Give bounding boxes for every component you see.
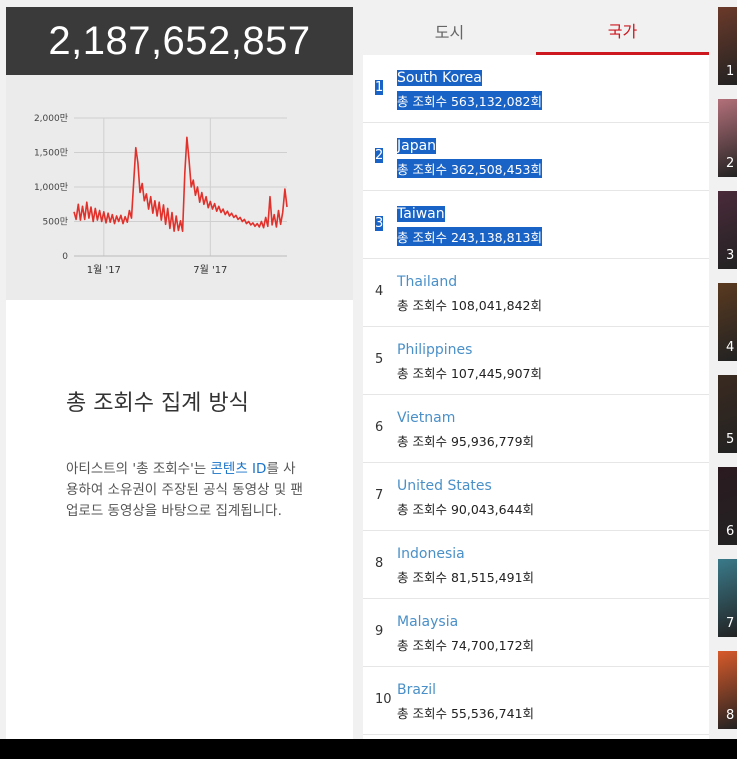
- country-views: 총 조회수 55,536,741회: [397, 706, 535, 721]
- total-views-count: 2,187,652,857: [6, 7, 353, 75]
- country-link[interactable]: Indonesia: [397, 546, 465, 562]
- rank-number: 4: [375, 284, 384, 299]
- ranking-row[interactable]: 8 Indonesia 총 조회수 81,515,491회: [363, 531, 709, 599]
- bottom-bar: [0, 739, 737, 759]
- country-views: 총 조회수 107,445,907회: [397, 366, 542, 381]
- info-text: 아티스트의 '총 조회수'는 콘텐츠 ID를 사용하여 소유권이 주장된 공식 …: [66, 459, 306, 522]
- tab-cities[interactable]: 도시: [363, 7, 536, 55]
- country-views: 총 조회수 563,132,082회: [397, 91, 542, 110]
- x-tick-label: 7월 '17: [193, 264, 227, 276]
- country-views: 총 조회수 108,041,842회: [397, 298, 542, 313]
- ranking-row[interactable]: 5 Philippines 총 조회수 107,445,907회: [363, 327, 709, 395]
- country-views: 총 조회수 81,515,491회: [397, 570, 535, 585]
- country-link[interactable]: Japan: [397, 138, 437, 154]
- video-thumbnail-strip: 1 2 3 4 5 6 7 8: [718, 7, 737, 739]
- rank-number: 2: [375, 148, 384, 163]
- thumbnail-rank: 2: [726, 156, 735, 171]
- thumbnail-rank: 3: [726, 248, 735, 263]
- country-link[interactable]: Malaysia: [397, 614, 458, 630]
- video-thumbnail[interactable]: 5: [718, 375, 737, 453]
- country-link[interactable]: Brazil: [397, 682, 436, 698]
- country-link[interactable]: Philippines: [397, 342, 472, 358]
- views-line-chart: 2,000만 1,500만 1,000만 500만 0 1월 '17 7월 '17: [34, 113, 288, 276]
- rank-number: 10: [375, 692, 392, 707]
- country-views: 총 조회수 95,936,779회: [397, 434, 535, 449]
- video-thumbnail[interactable]: 3: [718, 191, 737, 269]
- rank-number: 6: [375, 420, 384, 435]
- country-views: 총 조회수 90,043,644회: [397, 502, 535, 517]
- thumbnail-rank: 5: [726, 432, 735, 447]
- x-tick-label: 1월 '17: [87, 264, 121, 276]
- ranking-row[interactable]: 2 Japan 총 조회수 362,508,453회: [363, 123, 709, 191]
- ranking-row[interactable]: 9 Malaysia 총 조회수 74,700,172회: [363, 599, 709, 667]
- video-thumbnail[interactable]: 4: [718, 283, 737, 361]
- video-thumbnail[interactable]: 1: [718, 7, 737, 85]
- y-tick-label: 1,000만: [34, 182, 68, 193]
- y-tick-label: 2,000만: [34, 113, 68, 124]
- ranking-row[interactable]: 10 Brazil 총 조회수 55,536,741회: [363, 667, 709, 735]
- thumbnail-rank: 7: [726, 616, 735, 631]
- ranking-row[interactable]: 1 South Korea 총 조회수 563,132,082회: [363, 55, 709, 123]
- views-series-line: [73, 136, 288, 232]
- rank-number: 5: [375, 352, 384, 367]
- y-tick-label: 0: [62, 252, 68, 262]
- ranking-row[interactable]: 7 United States 총 조회수 90,043,644회: [363, 463, 709, 531]
- country-link[interactable]: South Korea: [397, 70, 482, 86]
- country-link[interactable]: Taiwan: [397, 206, 445, 222]
- info-text-before: 아티스트의 '총 조회수'는: [66, 461, 211, 477]
- video-thumbnail[interactable]: 7: [718, 559, 737, 637]
- country-ranking-list: 1 South Korea 총 조회수 563,132,082회 2 Japan 총 조회…: [363, 55, 709, 735]
- ranking-row[interactable]: 3 Taiwan 총 조회수 243,138,813회: [363, 191, 709, 259]
- rank-number: 3: [375, 216, 384, 231]
- ranking-row[interactable]: 6 Vietnam 총 조회수 95,936,779회: [363, 395, 709, 463]
- video-thumbnail[interactable]: 8: [718, 651, 737, 729]
- tab-bar: 도시 국가: [363, 7, 709, 55]
- total-views-panel: 2,187,652,857 2,000만 1,500만 1,000만 500만 0 1월 …: [6, 7, 353, 739]
- rank-number: 8: [375, 556, 384, 571]
- content-id-link[interactable]: 콘텐츠 ID: [211, 461, 267, 477]
- views-chart: 2,000만 1,500만 1,000만 500만 0 1월 '17 7월 '17: [6, 75, 353, 300]
- thumbnail-rank: 1: [726, 64, 735, 79]
- country-views: 총 조회수 362,508,453회: [397, 159, 542, 178]
- rank-number: 9: [375, 624, 384, 639]
- country-link[interactable]: Vietnam: [397, 410, 455, 426]
- y-tick-label: 1,500만: [34, 148, 68, 159]
- info-title: 총 조회수 집계 방식: [66, 391, 249, 416]
- video-thumbnail[interactable]: 2: [718, 99, 737, 177]
- thumbnail-rank: 8: [726, 708, 735, 723]
- rankings-panel: 도시 국가 1 South Korea 총 조회수 563,132,082회 2 Jap…: [363, 7, 709, 739]
- y-tick-label: 500만: [43, 217, 68, 228]
- rank-number: 7: [375, 488, 384, 503]
- ranking-row[interactable]: 4 Thailand 총 조회수 108,041,842회: [363, 259, 709, 327]
- video-thumbnail[interactable]: 6: [718, 467, 737, 545]
- thumbnail-rank: 6: [726, 524, 735, 539]
- country-views: 총 조회수 243,138,813회: [397, 227, 542, 246]
- tab-countries[interactable]: 국가: [536, 7, 709, 55]
- rank-number: 1: [375, 80, 384, 95]
- country-views: 총 조회수 74,700,172회: [397, 638, 535, 653]
- country-link[interactable]: United States: [397, 478, 492, 494]
- country-link[interactable]: Thailand: [397, 274, 457, 290]
- thumbnail-rank: 4: [726, 340, 735, 355]
